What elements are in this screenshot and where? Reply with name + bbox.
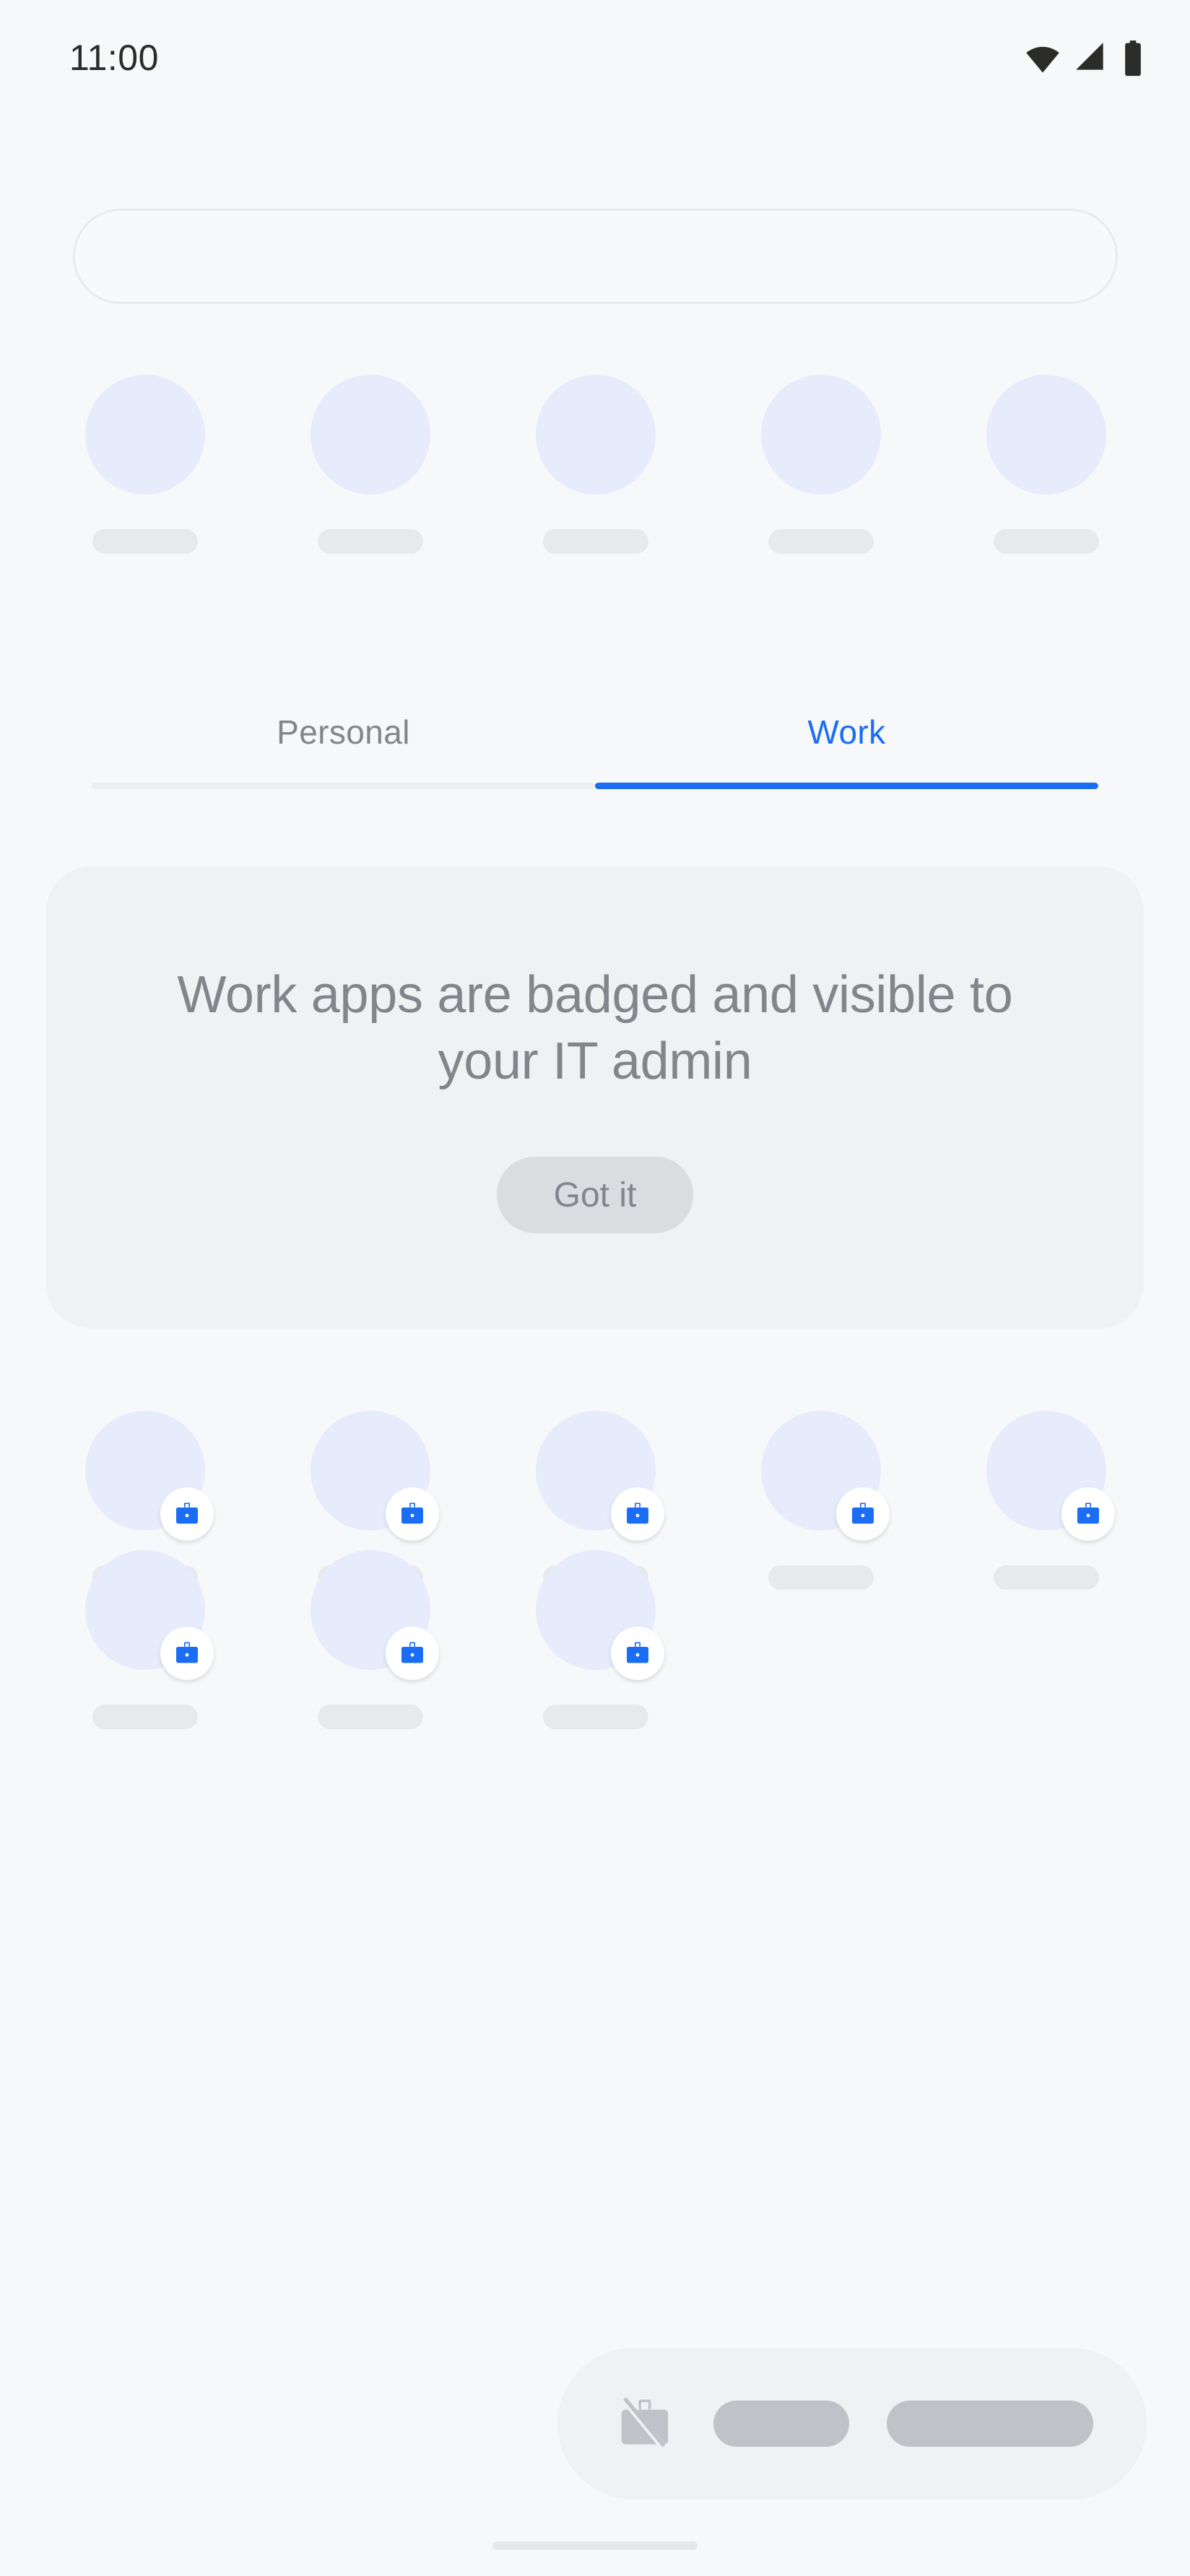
app-icon-placeholder <box>536 375 656 495</box>
app-icon-wrap <box>761 375 881 495</box>
app-icon-wrap <box>536 1550 664 1680</box>
work-briefcase-badge-icon <box>836 1487 890 1541</box>
app-icon-wrap <box>536 375 656 495</box>
tab-work[interactable]: Work <box>595 700 1098 789</box>
app-icon-placeholder <box>310 375 430 495</box>
app-label-placeholder <box>994 529 1099 554</box>
tab-personal[interactable]: Personal <box>92 700 595 789</box>
work-profile-info-card: Work apps are badged and visible to your… <box>46 866 1144 1328</box>
wifi-icon <box>1026 46 1059 73</box>
work-briefcase-badge-icon <box>611 1627 664 1680</box>
app-icon-wrap <box>85 1411 214 1541</box>
dock-label-placeholder-1 <box>713 2401 849 2447</box>
app-label-placeholder <box>768 529 874 554</box>
home-gesture-bar[interactable] <box>492 2541 698 2550</box>
app-icon-wrap <box>85 375 205 495</box>
app-icon-wrap <box>310 375 430 495</box>
work-briefcase-badge-icon <box>160 1487 214 1541</box>
app-icon-placeholder <box>85 375 205 495</box>
status-bar: 11:00 <box>0 0 1190 116</box>
app-item[interactable] <box>32 1550 258 1729</box>
status-bar-icons <box>1024 39 1145 77</box>
app-item[interactable] <box>32 375 258 554</box>
app-item[interactable] <box>483 1550 708 1729</box>
app-label-placeholder <box>92 1705 198 1729</box>
work-apps-row-2 <box>0 1550 1190 1729</box>
search-input[interactable] <box>73 209 1118 304</box>
tab-indicator-inactive <box>92 783 595 789</box>
work-profile-toggle-bar[interactable] <box>557 2348 1147 2499</box>
app-label-placeholder <box>318 1705 423 1729</box>
work-briefcase-badge-icon <box>1061 1487 1115 1541</box>
app-item[interactable] <box>483 375 708 554</box>
work-briefcase-badge-icon <box>386 1627 439 1680</box>
app-item[interactable] <box>258 1550 483 1729</box>
tab-work-label: Work <box>807 713 886 751</box>
work-briefcase-badge-icon <box>611 1487 664 1541</box>
app-icon-wrap <box>310 1411 439 1541</box>
app-icon-placeholder <box>761 375 881 495</box>
work-briefcase-badge-icon <box>160 1627 214 1680</box>
work-briefcase-badge-icon <box>386 1487 439 1541</box>
dock-label-placeholder-2 <box>887 2401 1093 2447</box>
app-label-placeholder <box>318 529 423 554</box>
app-item[interactable] <box>258 375 483 554</box>
status-bar-clock: 11:00 <box>69 38 159 78</box>
predicted-apps-row <box>0 375 1190 554</box>
app-icon-wrap <box>986 375 1106 495</box>
cellular-signal-icon <box>1076 43 1103 70</box>
app-label-placeholder <box>543 1705 648 1729</box>
app-drawer-screen: 11:00 Personal Work Work apps are badged… <box>0 0 1190 2576</box>
got-it-button[interactable]: Got it <box>497 1157 693 1234</box>
app-label-placeholder <box>92 529 198 554</box>
work-profile-info-text: Work apps are badged and visible to your… <box>177 965 1013 1090</box>
app-item[interactable] <box>708 375 934 554</box>
work-profile-off-briefcase-icon <box>621 2397 669 2450</box>
app-label-placeholder <box>543 529 648 554</box>
app-icon-placeholder <box>986 375 1106 495</box>
tab-personal-label: Personal <box>277 713 410 751</box>
tab-indicator-active <box>595 783 1098 789</box>
app-icon-wrap <box>85 1550 214 1680</box>
app-icon-wrap <box>986 1411 1115 1541</box>
app-icon-wrap <box>310 1550 439 1680</box>
battery-icon <box>1125 40 1141 77</box>
app-icon-wrap <box>536 1411 664 1541</box>
app-icon-wrap <box>761 1411 890 1541</box>
app-item[interactable] <box>934 375 1159 554</box>
profile-tabs: Personal Work <box>92 700 1098 789</box>
